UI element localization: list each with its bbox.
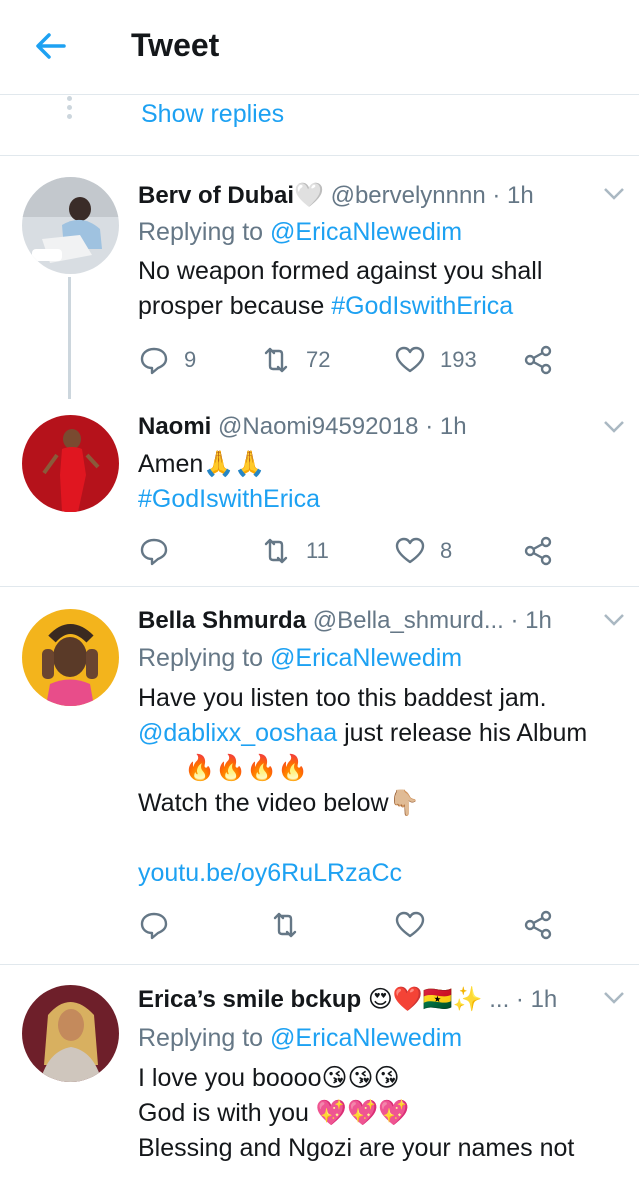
replying-label: Replying to (138, 644, 271, 672)
heart-icon (395, 911, 425, 938)
tweet-line: Blessing and Ngozi are your names not (138, 1134, 575, 1162)
tweet-item[interactable]: Erica’s smile bckup 😍❤️🇬🇭✨ ... · 1h Repl… (0, 965, 639, 1178)
author-handle: ... (489, 986, 510, 1013)
author-name[interactable]: Erica’s smile bckup 😍❤️🇬🇭✨ (138, 986, 483, 1013)
tweet-line: Amen🙏🙏 (138, 450, 266, 478)
reply-icon (140, 912, 168, 940)
show-replies-link[interactable]: Show replies (141, 100, 284, 129)
like-count: 8 (440, 538, 453, 563)
tweet-actions: 9 72 193 (138, 340, 618, 380)
replying-label: Replying to (138, 218, 271, 246)
chevron-down-icon[interactable] (603, 187, 625, 201)
like-count: 193 (440, 347, 477, 372)
replying-mention[interactable]: @EricaNlewedim (270, 644, 462, 672)
author-handle: @bervelynnnn · 1h (330, 182, 534, 209)
share-button[interactable] (522, 340, 554, 380)
mention-link[interactable]: @dablixx_ooshaa (138, 719, 337, 747)
tweet-line: prosper because (138, 292, 332, 320)
retweet-button[interactable]: 72 (260, 340, 330, 380)
tweet-item[interactable]: Bella Shmurda @Bella_shmurd... · 1h Repl… (0, 587, 639, 963)
show-replies-row[interactable]: Show replies (0, 96, 639, 156)
author-name[interactable]: Berv of Dubai🤍 (138, 182, 324, 209)
chevron-down-icon[interactable] (603, 991, 625, 1005)
retweet-icon (273, 912, 297, 938)
page-title: Tweet (131, 27, 220, 63)
retweet-icon (264, 347, 288, 373)
replying-label: Replying to (138, 1024, 271, 1052)
chevron-down-icon[interactable] (603, 613, 625, 627)
tweet-time: · 1h (510, 607, 552, 634)
tweet-text: Have you listen too this baddest jam. @d… (138, 681, 623, 891)
tweet-line: 🔥🔥🔥🔥 (184, 754, 309, 782)
tweet-line: Watch the video below👇🏼 (138, 789, 420, 817)
author-name[interactable]: Naomi (138, 413, 211, 440)
avatar[interactable] (22, 609, 119, 706)
tweet-actions: 11 8 (138, 531, 618, 571)
share-icon (524, 910, 552, 940)
chevron-down-icon[interactable] (603, 420, 625, 434)
avatar[interactable] (22, 985, 119, 1082)
more-dots-icon (67, 96, 73, 126)
tweet-line: I love you boooo😘😘😘 (138, 1064, 400, 1092)
hashtag-link[interactable]: #GodIswithErica (138, 482, 623, 517)
author-name[interactable]: Bella Shmurda (138, 607, 306, 634)
share-icon (524, 345, 552, 375)
hashtag-link[interactable]: #GodIswithErica (331, 292, 513, 320)
retweet-button[interactable] (269, 905, 301, 945)
tweet-time: · 1h (515, 986, 558, 1013)
replying-mention[interactable]: @EricaNlewedim (270, 1024, 462, 1052)
share-icon (524, 536, 552, 566)
reply-icon (140, 538, 168, 566)
back-arrow-icon[interactable] (30, 26, 70, 66)
retweet-button[interactable]: 11 (260, 531, 329, 571)
tweet-text: Amen🙏🙏 #GodIswithErica (138, 447, 623, 517)
tweet-text: I love you boooo😘😘😘 God is with you 💖💖💖 … (138, 1061, 623, 1166)
author-handle: @Bella_shmurd... (312, 607, 504, 634)
tweet-line: Have you listen too this baddest jam. (138, 684, 547, 712)
url-link[interactable]: youtu.be/oy6RuLRzaCc (138, 856, 623, 891)
retweet-count: 11 (306, 538, 329, 563)
tweet-text: No weapon formed against you shall prosp… (138, 254, 623, 324)
tweet-line: God is with you 💖💖💖 (138, 1099, 410, 1127)
heart-icon (395, 346, 425, 373)
reply-button[interactable] (138, 531, 184, 571)
like-button[interactable]: 193 (394, 340, 477, 380)
tweet-line: No weapon formed against you shall (138, 257, 543, 285)
share-button[interactable] (522, 905, 554, 945)
reply-button[interactable] (138, 905, 170, 945)
reply-button[interactable]: 9 (138, 340, 196, 380)
replying-mention[interactable]: @EricaNlewedim (270, 218, 462, 246)
retweet-count: 72 (306, 347, 331, 372)
avatar[interactable] (22, 415, 119, 512)
tweet-item[interactable]: Berv of Dubai🤍 @bervelynnnn · 1h Replyin… (0, 157, 639, 399)
top-bar: Tweet (0, 0, 639, 95)
reply-icon (140, 347, 168, 375)
tweet-item[interactable]: Naomi @Naomi94592018 · 1h Amen🙏🙏 #GodIsw… (0, 395, 639, 585)
tweet-line: just release his Album (337, 719, 588, 747)
thread-connector (68, 277, 71, 399)
share-button[interactable] (522, 531, 554, 571)
author-handle: @Naomi94592018 · 1h (218, 413, 467, 440)
reply-count: 9 (184, 347, 197, 372)
like-button[interactable] (394, 905, 426, 945)
like-button[interactable]: 8 (394, 531, 452, 571)
heart-icon (395, 537, 425, 564)
retweet-icon (264, 538, 288, 564)
avatar[interactable] (22, 177, 119, 274)
tweet-actions (138, 905, 618, 945)
